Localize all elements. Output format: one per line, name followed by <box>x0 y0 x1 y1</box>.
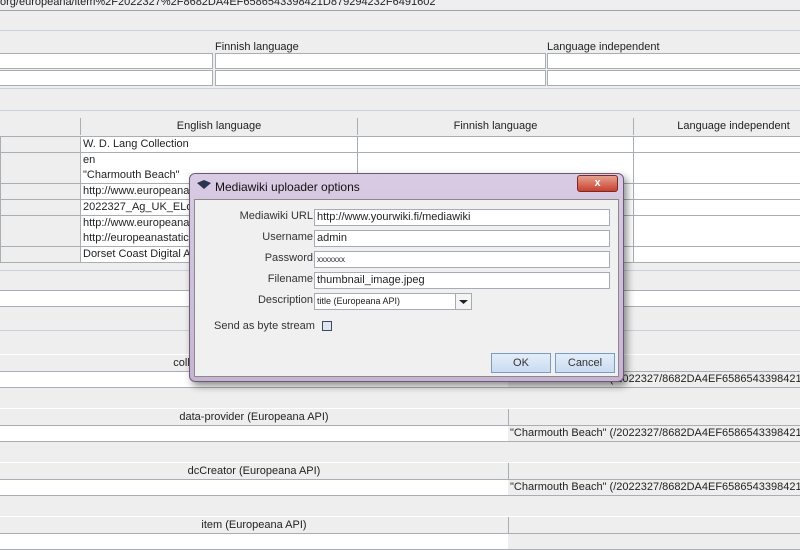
field-value: "Charmouth Beach" (/2022327/8682DA4EF658… <box>510 480 800 495</box>
table-cell-empty[interactable] <box>0 168 80 184</box>
field-header-row: dcCreator (Europeana API) <box>0 462 800 480</box>
top-header-independent: Language independent <box>547 41 660 53</box>
top-input-english-1[interactable] <box>0 53 213 69</box>
username-input[interactable]: admin <box>314 230 610 247</box>
app-icon <box>197 180 211 190</box>
table-cell-empty[interactable] <box>0 231 80 247</box>
description-combobox[interactable]: title (Europeana API) <box>314 293 456 310</box>
field-label: dcCreator (Europeana API) <box>0 465 508 477</box>
url-text: org/europeana/item%2F2022327%2F8682DA4EF… <box>0 0 435 8</box>
main-table-header: English language Finnish language Langua… <box>0 118 800 137</box>
header-english: English language <box>80 118 357 135</box>
field-input[interactable] <box>0 426 508 441</box>
field-value: "Charmouth Beach" (/2022327/8682DA4EF658… <box>510 426 800 441</box>
top-input-english-2[interactable] <box>0 70 213 86</box>
field-value-row <box>0 533 800 550</box>
table-cell-empty[interactable] <box>633 184 800 200</box>
table-cell-empty[interactable] <box>633 200 800 216</box>
chevron-down-icon <box>456 294 471 309</box>
table-cell-empty[interactable] <box>633 216 800 232</box>
close-button[interactable]: x <box>577 175 618 192</box>
username-label: Username <box>262 231 313 243</box>
description-dropdown-button[interactable] <box>455 293 472 310</box>
field-header-row: item (Europeana API) <box>0 516 800 534</box>
mediawiki-uploader-dialog: Mediawiki uploader options x Mediawiki U… <box>189 173 624 382</box>
top-input-independent-2[interactable] <box>547 70 800 86</box>
url-input[interactable]: http://www.yourwiki.fi/mediawiki <box>314 209 610 226</box>
field-input[interactable] <box>0 480 508 495</box>
cancel-button[interactable]: Cancel <box>555 353 615 373</box>
table-cell-empty[interactable] <box>633 247 800 263</box>
header-finnish: Finnish language <box>357 118 633 135</box>
table-cell-empty[interactable] <box>357 153 633 169</box>
description-label: Description <box>258 294 313 306</box>
table-cell-empty[interactable] <box>633 137 800 153</box>
password-label: Password <box>265 252 313 264</box>
top-input-finnish-2[interactable] <box>215 70 546 86</box>
field-header-row: data-provider (Europeana API) <box>0 408 800 426</box>
field-label: item (Europeana API) <box>0 519 508 531</box>
top-input-finnish-1[interactable] <box>215 53 546 69</box>
url-label: Mediawiki URL <box>240 210 313 222</box>
byte-stream-checkbox[interactable] <box>322 321 332 331</box>
byte-stream-label: Send as byte stream <box>214 320 315 332</box>
table-cell-empty[interactable] <box>633 168 800 184</box>
table-cell-empty[interactable] <box>633 231 800 247</box>
field-value-row: "Charmouth Beach" (/2022327/8682DA4EF658… <box>0 479 800 496</box>
table-cell-empty[interactable] <box>633 153 800 169</box>
top-header-finnish: Finnish language <box>215 41 299 53</box>
table-cell-empty[interactable] <box>0 184 80 200</box>
dialog-title: Mediawiki uploader options <box>215 180 360 194</box>
field-input[interactable] <box>0 534 508 549</box>
table-cell-empty[interactable] <box>0 137 80 153</box>
table-cell[interactable]: en <box>80 153 357 169</box>
table-cell-empty[interactable] <box>0 247 80 263</box>
top-input-independent-1[interactable] <box>547 53 800 69</box>
password-input[interactable]: xxxxxxx <box>314 251 610 268</box>
filename-label: Filename <box>268 273 313 285</box>
table-cell-empty[interactable] <box>0 216 80 232</box>
ok-button[interactable]: OK <box>491 353 551 373</box>
header-independent: Language independent <box>633 118 800 135</box>
field-label: data-provider (Europeana API) <box>0 411 508 423</box>
field-value-row: "Charmouth Beach" (/2022327/8682DA4EF658… <box>0 425 800 442</box>
table-cell-empty[interactable] <box>0 153 80 169</box>
filename-input[interactable]: thumbnail_image.jpeg <box>314 272 610 289</box>
table-cell[interactable]: W. D. Lang Collection <box>80 137 357 153</box>
table-cell-empty[interactable] <box>357 137 633 153</box>
table-cell-empty[interactable] <box>0 200 80 216</box>
